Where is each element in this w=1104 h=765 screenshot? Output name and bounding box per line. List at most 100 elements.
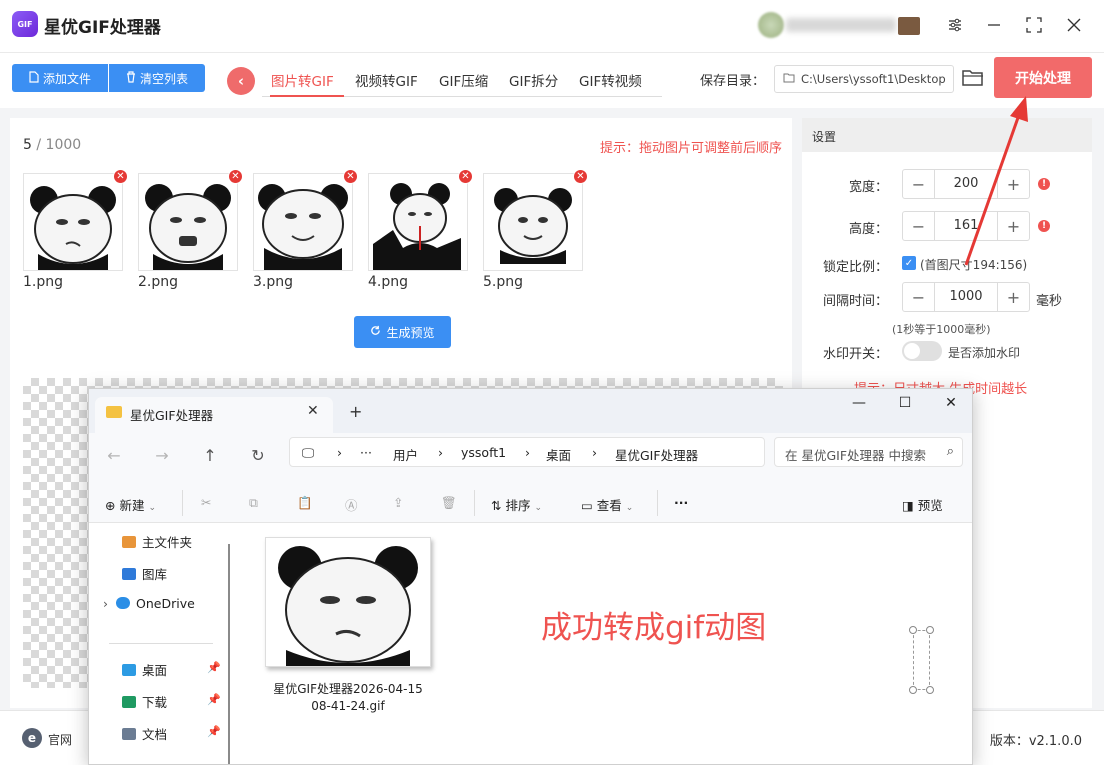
browse-folder-icon[interactable] bbox=[962, 69, 984, 89]
gif-file-name[interactable]: 星优GIF处理器2026-04-15 08-41-24.gif bbox=[262, 681, 434, 715]
tab-gif-split[interactable]: GIF拆分 bbox=[509, 70, 558, 90]
gif-file-thumbnail[interactable] bbox=[265, 537, 431, 667]
sort-button[interactable]: ⇅ 排序 ⌄ bbox=[491, 495, 542, 514]
lock-ratio-checkbox[interactable]: ✓ bbox=[902, 256, 916, 270]
sidebar-item-documents[interactable]: 文档 bbox=[122, 724, 167, 743]
pin-icon[interactable]: 📌 bbox=[207, 693, 221, 706]
image-counter: 5 / 1000 bbox=[23, 137, 81, 153]
generate-preview-button[interactable]: 生成预览 bbox=[354, 316, 451, 348]
minimize-button[interactable] bbox=[983, 14, 1005, 36]
close-button[interactable] bbox=[1063, 14, 1085, 36]
chevron-right-icon: › bbox=[525, 445, 530, 460]
width-value[interactable]: 200 bbox=[935, 176, 997, 191]
overflow-icon[interactable]: ··· bbox=[360, 445, 372, 460]
paste-icon[interactable]: 📋 bbox=[297, 495, 313, 511]
width-stepper[interactable]: − 200 + bbox=[902, 169, 1030, 199]
share-icon[interactable]: ⇪ bbox=[393, 495, 403, 510]
tab-gif-compress[interactable]: GIF压缩 bbox=[439, 70, 488, 90]
new-tab-button[interactable]: + bbox=[349, 402, 362, 421]
add-files-label: 添加文件 bbox=[42, 71, 91, 86]
clear-list-button[interactable]: 清空列表 bbox=[109, 64, 205, 92]
tab-video-to-gif[interactable]: 视频转GIF bbox=[355, 70, 418, 90]
width-increment-button[interactable]: + bbox=[997, 170, 1029, 198]
selection-handle[interactable] bbox=[926, 626, 934, 634]
selection-handle[interactable] bbox=[909, 686, 917, 694]
address-bar[interactable]: 🖵 › ··· 用户 › yssoft1 › 桌面 › 星优GIF处理器 bbox=[289, 437, 765, 467]
interval-increment-button[interactable]: + bbox=[997, 283, 1029, 311]
preview-pane-button[interactable]: ◨ 预览 bbox=[902, 495, 943, 514]
tab-gif-to-video[interactable]: GIF转视频 bbox=[579, 70, 642, 90]
sidebar-scrollbar[interactable] bbox=[228, 544, 230, 764]
tab-image-to-gif[interactable]: 图片转GIF bbox=[271, 70, 334, 90]
settings-icon[interactable] bbox=[944, 14, 966, 36]
explorer-minimize-button[interactable]: — bbox=[847, 395, 871, 411]
more-options-button[interactable]: ··· bbox=[674, 495, 688, 510]
breadcrumb[interactable]: yssoft1 bbox=[461, 445, 506, 460]
height-decrement-button[interactable]: − bbox=[903, 212, 935, 240]
image-thumb[interactable]: ✕ bbox=[483, 169, 588, 271]
explorer-tab-title: 星优GIF处理器 bbox=[130, 408, 214, 423]
file-icon bbox=[29, 70, 39, 86]
sidebar-item-home[interactable]: 主文件夹 bbox=[122, 532, 192, 551]
add-files-button[interactable]: 添加文件 bbox=[12, 64, 108, 92]
width-decrement-button[interactable]: − bbox=[903, 170, 935, 198]
pin-icon[interactable]: 📌 bbox=[207, 725, 221, 738]
selection-handle[interactable] bbox=[926, 686, 934, 694]
breadcrumb[interactable]: 星优GIF处理器 bbox=[615, 445, 698, 464]
panda-meme-image bbox=[494, 188, 572, 264]
breadcrumb[interactable]: 用户 bbox=[393, 445, 418, 464]
remove-image-icon[interactable]: ✕ bbox=[573, 169, 588, 184]
sidebar-item-downloads[interactable]: 下载 bbox=[122, 692, 167, 711]
rename-icon[interactable]: Ⓐ bbox=[345, 495, 358, 514]
interval-value[interactable]: 1000 bbox=[935, 289, 997, 304]
start-process-button[interactable]: 开始处理 bbox=[994, 57, 1092, 98]
save-dir-field[interactable]: C:\Users\yssoft1\Desktop bbox=[774, 65, 954, 93]
refresh-icon[interactable]: ↻ bbox=[246, 446, 270, 465]
watermark-label: 水印开关： bbox=[822, 347, 888, 362]
sidebar-item-desktop[interactable]: 桌面 bbox=[122, 660, 167, 679]
interval-stepper[interactable]: − 1000 + bbox=[902, 282, 1030, 312]
image-thumb[interactable]: ✕ bbox=[368, 169, 473, 271]
search-input[interactable]: 在 星优GIF处理器 中搜索 ⌕ bbox=[774, 437, 963, 467]
cut-icon[interactable]: ✂ bbox=[201, 495, 211, 510]
website-link[interactable]: 官网 bbox=[48, 731, 72, 748]
copy-icon[interactable]: ⧉ bbox=[249, 495, 258, 511]
view-button[interactable]: ▭ 查看 ⌄ bbox=[581, 495, 633, 514]
interval-decrement-button[interactable]: − bbox=[903, 283, 935, 311]
width-warning-icon[interactable]: ! bbox=[1038, 178, 1050, 190]
sidebar-item-onedrive[interactable]: › OneDrive bbox=[103, 596, 195, 611]
maximize-button[interactable] bbox=[1023, 14, 1045, 36]
close-tab-icon[interactable]: ✕ bbox=[307, 403, 319, 419]
explorer-tab[interactable]: 星优GIF处理器 ✕ bbox=[95, 397, 333, 433]
back-arrow-icon[interactable]: ← bbox=[102, 446, 126, 465]
collapse-left-button[interactable]: ‹ bbox=[227, 67, 255, 95]
height-warning-icon[interactable]: ! bbox=[1038, 220, 1050, 232]
remove-image-icon[interactable]: ✕ bbox=[228, 169, 243, 184]
breadcrumb[interactable]: 桌面 bbox=[546, 445, 571, 464]
height-value[interactable]: 161 bbox=[935, 218, 997, 233]
height-increment-button[interactable]: + bbox=[997, 212, 1029, 240]
new-button[interactable]: ⊕ 新建 ⌄ bbox=[105, 495, 156, 514]
generate-preview-label: 生成预览 bbox=[386, 325, 435, 340]
user-avatar[interactable] bbox=[758, 12, 784, 38]
pin-icon[interactable]: 📌 bbox=[207, 661, 221, 674]
function-tabs: 图片转GIF 视频转GIF GIF压缩 GIF拆分 GIF转视频 bbox=[262, 67, 662, 97]
explorer-close-button[interactable]: ✕ bbox=[939, 395, 963, 411]
image-thumb[interactable]: ✕ bbox=[23, 169, 128, 271]
image-thumb[interactable]: ✕ bbox=[138, 169, 243, 271]
forward-arrow-icon[interactable]: → bbox=[150, 446, 174, 465]
shop-icon[interactable] bbox=[898, 17, 920, 35]
remove-image-icon[interactable]: ✕ bbox=[113, 169, 128, 184]
website-icon[interactable]: e bbox=[22, 728, 42, 748]
delete-icon[interactable]: 🗑 bbox=[441, 495, 457, 511]
explorer-maximize-button[interactable]: ☐ bbox=[893, 395, 917, 411]
selection-handle[interactable] bbox=[909, 626, 917, 634]
height-stepper[interactable]: − 161 + bbox=[902, 211, 1030, 241]
image-thumb[interactable]: ✕ bbox=[253, 169, 358, 271]
remove-image-icon[interactable]: ✕ bbox=[458, 169, 473, 184]
watermark-toggle[interactable] bbox=[902, 341, 942, 361]
remove-image-icon[interactable]: ✕ bbox=[343, 169, 358, 184]
sidebar-item-gallery[interactable]: 图库 bbox=[122, 564, 167, 583]
file-explorer-window: 星优GIF处理器 ✕ + — ☐ ✕ ← → ↑ ↻ 🖵 › ··· 用户 › … bbox=[88, 388, 973, 765]
up-arrow-icon[interactable]: ↑ bbox=[198, 446, 222, 465]
